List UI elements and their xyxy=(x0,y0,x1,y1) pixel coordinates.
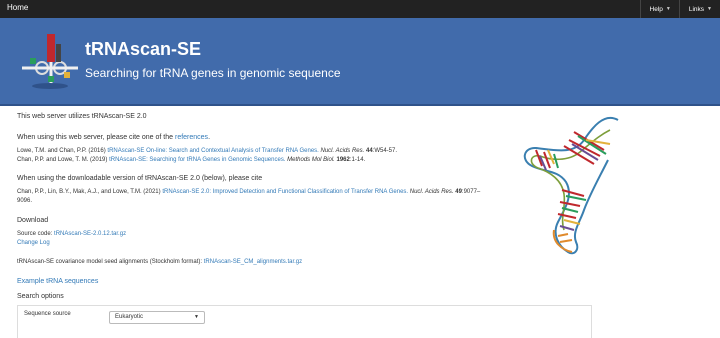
search-options-panel: Sequence source Eukaryotic ▼ xyxy=(17,305,592,338)
cite-download-text: When using the downloadable version of t… xyxy=(17,175,263,182)
ref-authors: Chan, P.P. and Lowe, T. M. (2019) xyxy=(17,157,110,163)
nav-help-dropdown[interactable]: Help ▼ xyxy=(639,0,679,18)
trna-structure-image xyxy=(523,117,619,255)
cite-web-suffix: . xyxy=(208,134,211,141)
ref-volume: 44 xyxy=(364,148,373,154)
ref-journal: Nucl. Acids Res. xyxy=(408,189,454,195)
banner-title: tRNAscan-SE xyxy=(85,39,202,59)
sequence-source-select[interactable]: Eukaryotic ▼ xyxy=(109,311,205,324)
example-sequences-link[interactable]: Example tRNA sequences xyxy=(17,278,98,285)
cite-web-prefix: When using this web server, please cite … xyxy=(17,134,175,141)
cm-alignments-line: tRNAscan-SE covariance model seed alignm… xyxy=(17,259,302,265)
ref-pages: :1-14. xyxy=(349,157,366,163)
cite-web-text: When using this web server, please cite … xyxy=(17,134,210,141)
ref-title-link[interactable]: tRNAscan-SE On-line: Search and Contextu… xyxy=(107,148,318,154)
reference-item: Lowe, T.M. and Chan, P.P. (2016) tRNAsca… xyxy=(17,148,397,154)
banner-subtitle: Searching for tRNA genes in genomic sequ… xyxy=(85,66,341,80)
reference-item: Chan, P.P. and Lowe, T. M. (2019) tRNAsc… xyxy=(17,157,365,163)
change-log-link[interactable]: Change Log xyxy=(17,240,50,246)
download-heading: Download xyxy=(17,217,49,224)
source-code-line: Source code: tRNAscan-SE-2.0.12.tar.gz xyxy=(17,231,126,237)
sequence-source-value: Eukaryotic xyxy=(115,314,144,320)
cm-alignments-download-link[interactable]: tRNAscan-SE_CM_alignments.tar.gz xyxy=(204,259,302,265)
intro-text: This web server utilizes tRNAscan-SE 2.0 xyxy=(17,113,147,120)
search-options-heading: Search options xyxy=(17,293,64,300)
ref-journal: Nucl. Acids Res. xyxy=(318,148,365,154)
nav-right-menu: Help ▼ Links ▼ xyxy=(639,0,720,18)
reference-item: Chan, P.P., Lin, B.Y., Mak, A.J., and Lo… xyxy=(17,189,480,195)
ref-authors: Chan, P.P., Lin, B.Y., Mak, A.J., and Lo… xyxy=(17,189,163,195)
cm-alignments-label: tRNAscan-SE covariance model seed alignm… xyxy=(17,259,204,265)
trnascan-logo-icon xyxy=(22,34,78,89)
ref-volume: 1962 xyxy=(334,157,350,163)
header-banner: tRNAscan-SE Searching for tRNA genes in … xyxy=(0,18,720,106)
nav-links-label: Links xyxy=(688,5,705,13)
caret-down-icon: ▼ xyxy=(194,314,199,320)
nav-home-link[interactable]: Home xyxy=(7,3,28,12)
ref-journal: Methods Mol Biol. xyxy=(285,157,335,163)
sequence-source-label: Sequence source xyxy=(24,311,71,317)
ref-pages: :9077– xyxy=(461,189,481,195)
source-code-download-link[interactable]: tRNAscan-SE-2.0.12.tar.gz xyxy=(54,231,126,237)
ref-title-link[interactable]: tRNAscan-SE 2.0: Improved Detection and … xyxy=(162,189,408,195)
chevron-down-icon: ▼ xyxy=(707,6,712,12)
ref-title-link[interactable]: tRNAscan-SE: Searching for tRNA Genes in… xyxy=(109,157,285,163)
chevron-down-icon: ▼ xyxy=(665,6,671,12)
ref-pages-continued: 9096. xyxy=(17,198,33,204)
source-code-label: Source code: xyxy=(17,231,55,237)
nav-links-dropdown[interactable]: Links ▼ xyxy=(678,0,720,18)
nav-help-label: Help xyxy=(649,5,663,13)
top-navbar: Home Help ▼ Links ▼ xyxy=(0,0,720,18)
references-link[interactable]: references xyxy=(175,134,208,141)
ref-authors: Lowe, T.M. and Chan, P.P. (2016) xyxy=(17,148,108,154)
ref-volume: 49 xyxy=(453,189,462,195)
ref-pages: :W54-57. xyxy=(372,148,397,154)
